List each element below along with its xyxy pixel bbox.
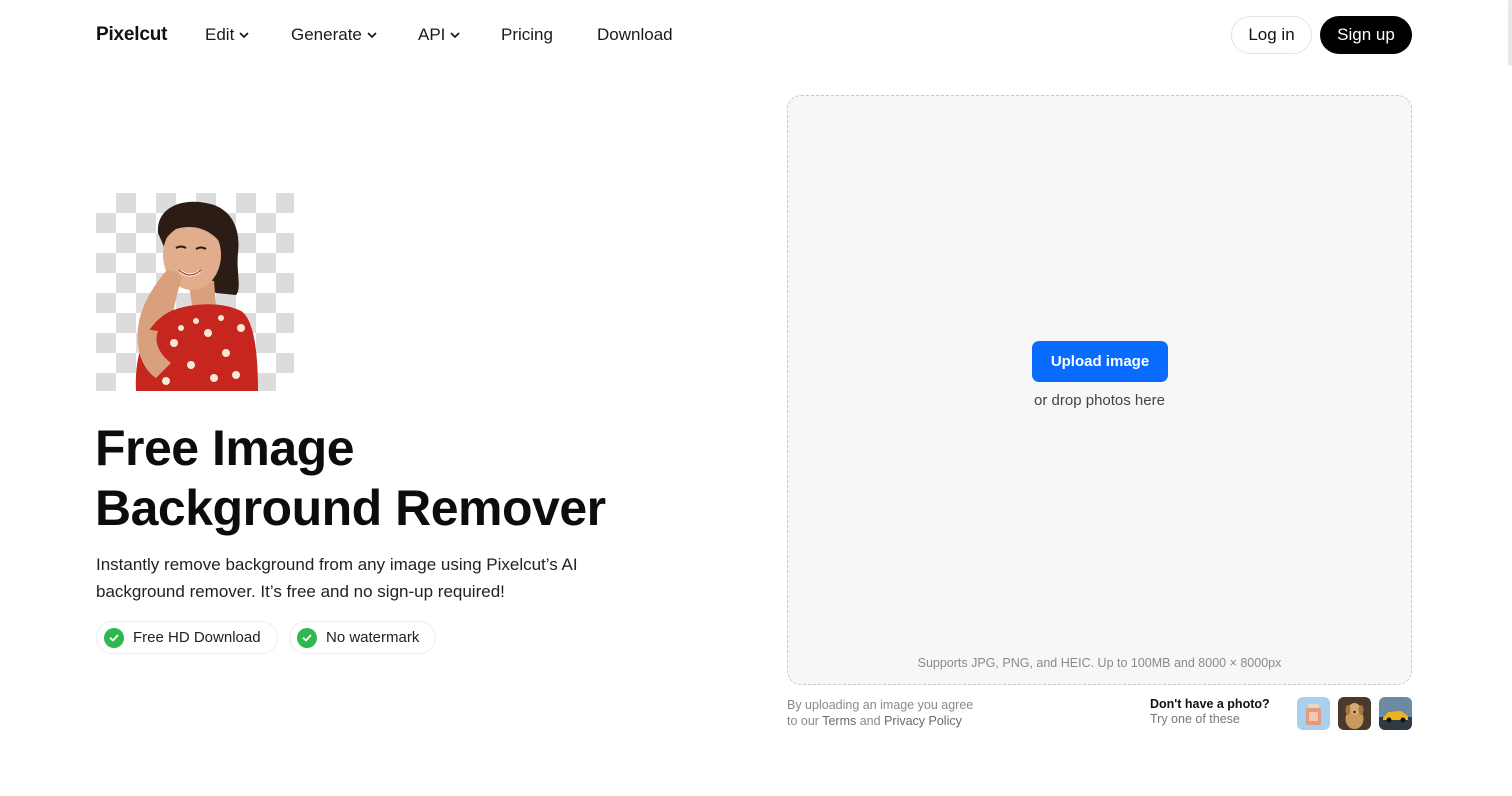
no-photo-title: Don't have a photo? bbox=[1150, 697, 1270, 711]
login-button[interactable]: Log in bbox=[1231, 16, 1312, 54]
hero-example-image bbox=[96, 193, 294, 391]
page-scrollbar[interactable] bbox=[1508, 0, 1512, 66]
page-title-line2: Background Remover bbox=[95, 480, 606, 536]
nav-generate[interactable]: Generate bbox=[291, 25, 378, 45]
nav-generate-label: Generate bbox=[291, 25, 362, 44]
upload-dropzone[interactable]: Upload image or drop photos here Support… bbox=[787, 95, 1412, 685]
nav-api-label: API bbox=[418, 25, 446, 44]
nav-edit[interactable]: Edit bbox=[205, 25, 250, 45]
chevron-down-icon bbox=[367, 32, 377, 39]
page-title-line1: Free Image bbox=[95, 420, 355, 476]
nav-edit-label: Edit bbox=[205, 25, 235, 44]
legal-line1: By uploading an image you agree bbox=[787, 698, 974, 712]
nav-download[interactable]: Download bbox=[597, 25, 673, 45]
supported-formats-note: Supports JPG, PNG, and HEIC. Up to 100MB… bbox=[917, 656, 1282, 670]
badge-free-hd-download: Free HD Download bbox=[96, 621, 278, 654]
chevron-down-icon bbox=[239, 32, 249, 39]
nav-pricing-label: Pricing bbox=[501, 25, 553, 44]
no-photo-subtitle: Try one of these bbox=[1150, 712, 1240, 726]
badge-label: Free HD Download bbox=[133, 629, 261, 646]
nav-download-label: Download bbox=[597, 25, 673, 44]
sample-image-dog[interactable] bbox=[1338, 697, 1371, 730]
hero-description: Instantly remove background from any ima… bbox=[96, 555, 578, 601]
legal-and: and bbox=[856, 714, 885, 728]
terms-link[interactable]: Terms bbox=[822, 714, 856, 728]
badge-label: No watermark bbox=[326, 629, 420, 646]
check-icon bbox=[297, 627, 317, 648]
top-navigation: Pixelcut Edit Generate API Pricing Downl… bbox=[0, 0, 1512, 70]
upload-legal-note: By uploading an image you agree to our T… bbox=[787, 697, 973, 729]
legal-line2: to our Terms and Privacy Policy bbox=[787, 713, 973, 729]
drop-hint: or drop photos here bbox=[1034, 392, 1165, 409]
sample-image-product[interactable] bbox=[1297, 697, 1330, 730]
privacy-policy-link[interactable]: Privacy Policy bbox=[884, 714, 962, 728]
signup-button[interactable]: Sign up bbox=[1320, 16, 1412, 54]
badge-no-watermark: No watermark bbox=[289, 621, 437, 654]
chevron-down-icon bbox=[450, 32, 460, 39]
check-icon bbox=[104, 627, 124, 648]
legal-prefix: to our bbox=[787, 714, 823, 728]
nav-api[interactable]: API bbox=[418, 25, 461, 45]
page-title: Free Image Background Remover bbox=[95, 418, 695, 538]
sample-image-car[interactable] bbox=[1379, 697, 1412, 730]
upload-image-button[interactable]: Upload image bbox=[1032, 341, 1168, 382]
woman-cutout-illustration bbox=[135, 201, 258, 391]
sample-photos-prompt: Don't have a photo? Try one of these bbox=[1150, 697, 1270, 727]
pixelcut-logo[interactable]: Pixelcut bbox=[96, 24, 167, 46]
nav-pricing[interactable]: Pricing bbox=[501, 25, 553, 45]
